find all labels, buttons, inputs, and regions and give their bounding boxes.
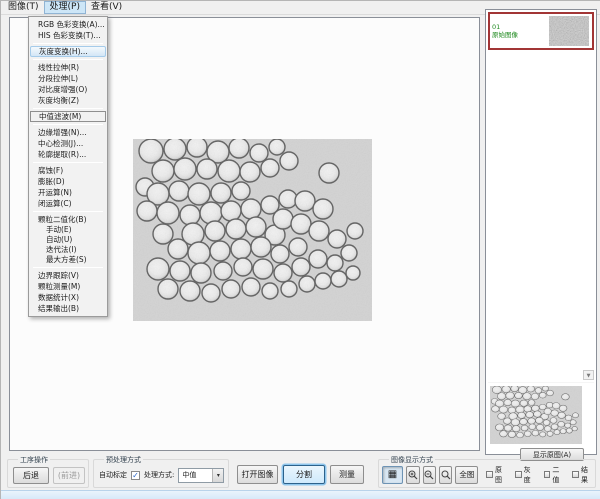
menu-item[interactable]: 开运算(N) bbox=[30, 187, 106, 198]
group2-label: 预处理方式 bbox=[104, 455, 143, 465]
zoom-in-icon bbox=[408, 470, 418, 480]
steps-sidebar: 01 原始图像 ▼ 显示原图(A) bbox=[485, 9, 597, 455]
preprocess-controls: 自动标定 ✓ 处理方式: 中值 ▾ bbox=[99, 467, 225, 483]
auto-checkbox-label: 自动标定 bbox=[99, 470, 127, 480]
menu-item[interactable]: 手动(E) bbox=[30, 225, 106, 235]
menu-separator bbox=[33, 59, 103, 60]
menu-item[interactable]: 闭运算(C) bbox=[30, 198, 106, 209]
app-window: 图像(T) 处理(P) 查看(V) RGB 色彩变换(A)...HIS 色彩变换… bbox=[0, 0, 600, 499]
magnifier-icon bbox=[441, 470, 451, 480]
view-option[interactable]: 二值 bbox=[544, 465, 566, 485]
measure-button[interactable]: 测量 bbox=[330, 465, 364, 484]
full-image-button[interactable]: 全图 bbox=[455, 466, 478, 484]
menu-item[interactable]: 数据统计(X) bbox=[30, 292, 106, 303]
menu-item[interactable]: 结果输出(B) bbox=[30, 303, 106, 314]
open-image-button[interactable]: 打开图像 bbox=[237, 465, 278, 484]
menu-item[interactable]: 分段拉伸(L) bbox=[30, 73, 106, 84]
step-item-thumbnail bbox=[549, 16, 589, 46]
menu-separator bbox=[33, 267, 103, 268]
menu-process[interactable]: 处理(P) bbox=[44, 1, 86, 14]
menu-item[interactable]: 对比度增强(O) bbox=[30, 84, 106, 95]
zoom-out-icon bbox=[424, 470, 434, 480]
method-combo-value: 中值 bbox=[179, 470, 212, 480]
menu-separator bbox=[33, 162, 103, 163]
zoom-in-button[interactable] bbox=[406, 466, 419, 484]
menu-item[interactable]: 腐蚀(F) bbox=[30, 165, 106, 176]
menu-item[interactable]: 灰度均衡(Z) bbox=[30, 95, 106, 106]
view-option-label: 二值 bbox=[552, 465, 565, 485]
segment-button[interactable]: 分割 bbox=[283, 465, 325, 484]
back-button[interactable]: 后退 bbox=[13, 467, 49, 484]
menu-item[interactable]: 灰度变换(H)... bbox=[30, 46, 106, 57]
view-option-label: 原图 bbox=[495, 465, 508, 485]
grid-icon: ▦ bbox=[388, 469, 397, 480]
menu-item[interactable]: 边界跟踪(V) bbox=[30, 270, 106, 281]
method-combobox[interactable]: 中值 ▾ bbox=[178, 468, 224, 483]
menu-separator bbox=[33, 108, 103, 109]
menu-item[interactable]: 中心检测(J)... bbox=[30, 138, 106, 149]
menu-item[interactable]: 最大方差(S) bbox=[30, 255, 106, 265]
view-option[interactable]: 原图 bbox=[486, 465, 508, 485]
view-option-icon bbox=[486, 471, 493, 478]
menu-item[interactable]: 自动(U) bbox=[30, 235, 106, 245]
view-option-icon bbox=[515, 471, 522, 478]
menu-item[interactable]: HIS 色彩变换(T)... bbox=[30, 30, 106, 41]
dropdown-menu: RGB 色彩变换(A)...HIS 色彩变换(T)... 灰度变换(H)... 线性… bbox=[28, 16, 108, 317]
view-option[interactable]: 结果 bbox=[572, 465, 594, 485]
view-option-label: 结果 bbox=[581, 465, 594, 485]
preview-thumbnail[interactable] bbox=[490, 386, 582, 444]
menu-view[interactable]: 查看(V) bbox=[86, 1, 127, 14]
scroll-down-icon[interactable]: ▼ bbox=[583, 370, 594, 380]
menu-item[interactable]: RGB 色彩变换(A)... bbox=[30, 19, 106, 30]
menu-separator bbox=[33, 124, 103, 125]
menu-separator bbox=[33, 43, 103, 44]
view-option-label: 灰度 bbox=[524, 465, 537, 485]
view-options: 原图灰度二值结果 bbox=[486, 465, 594, 485]
menu-item[interactable]: 膨胀(D) bbox=[30, 176, 106, 187]
menu-item[interactable]: 颗粒二值化(B) bbox=[30, 214, 106, 225]
micrograph-image[interactable] bbox=[133, 139, 372, 321]
menu-item[interactable]: 边缘增强(N)... bbox=[30, 127, 106, 138]
menu-item[interactable]: 迭代法(I) bbox=[30, 245, 106, 255]
menu-image[interactable]: 图像(T) bbox=[3, 1, 44, 14]
menu-separator bbox=[33, 211, 103, 212]
step-item-title: 原始图像 bbox=[492, 31, 547, 39]
menu-item[interactable]: 中值滤波(M) bbox=[30, 111, 106, 122]
menu-item[interactable]: 轮廓提取(R)... bbox=[30, 149, 106, 160]
view-option[interactable]: 灰度 bbox=[515, 465, 537, 485]
forward-button[interactable]: (前进) bbox=[53, 467, 85, 484]
grid-view-button[interactable]: ▦ bbox=[382, 466, 403, 484]
auto-checkbox[interactable]: ✓ bbox=[131, 471, 140, 480]
zoom-out-button[interactable] bbox=[423, 466, 436, 484]
method-combo-label: 处理方式: bbox=[144, 470, 174, 480]
group3-label: 图像显示方式 bbox=[389, 455, 435, 465]
view-option-icon bbox=[544, 471, 551, 478]
step-item-text: 01 原始图像 bbox=[490, 22, 549, 40]
chevron-down-icon[interactable]: ▾ bbox=[212, 469, 223, 482]
sidebar-divider bbox=[488, 382, 594, 383]
view-option-icon bbox=[572, 471, 579, 478]
menu-item[interactable]: 线性拉伸(R) bbox=[30, 62, 106, 73]
step-item-index: 01 bbox=[492, 23, 547, 31]
step-list-item-selected[interactable]: 01 原始图像 bbox=[488, 12, 594, 50]
status-bar bbox=[1, 490, 600, 499]
display-mode-controls: ▦ 全图 原图灰度二值结果 bbox=[382, 465, 594, 484]
zoom-fit-button[interactable] bbox=[439, 466, 452, 484]
group1-label: 工序操作 bbox=[18, 455, 50, 465]
menu-item[interactable]: 颗粒测量(M) bbox=[30, 281, 106, 292]
